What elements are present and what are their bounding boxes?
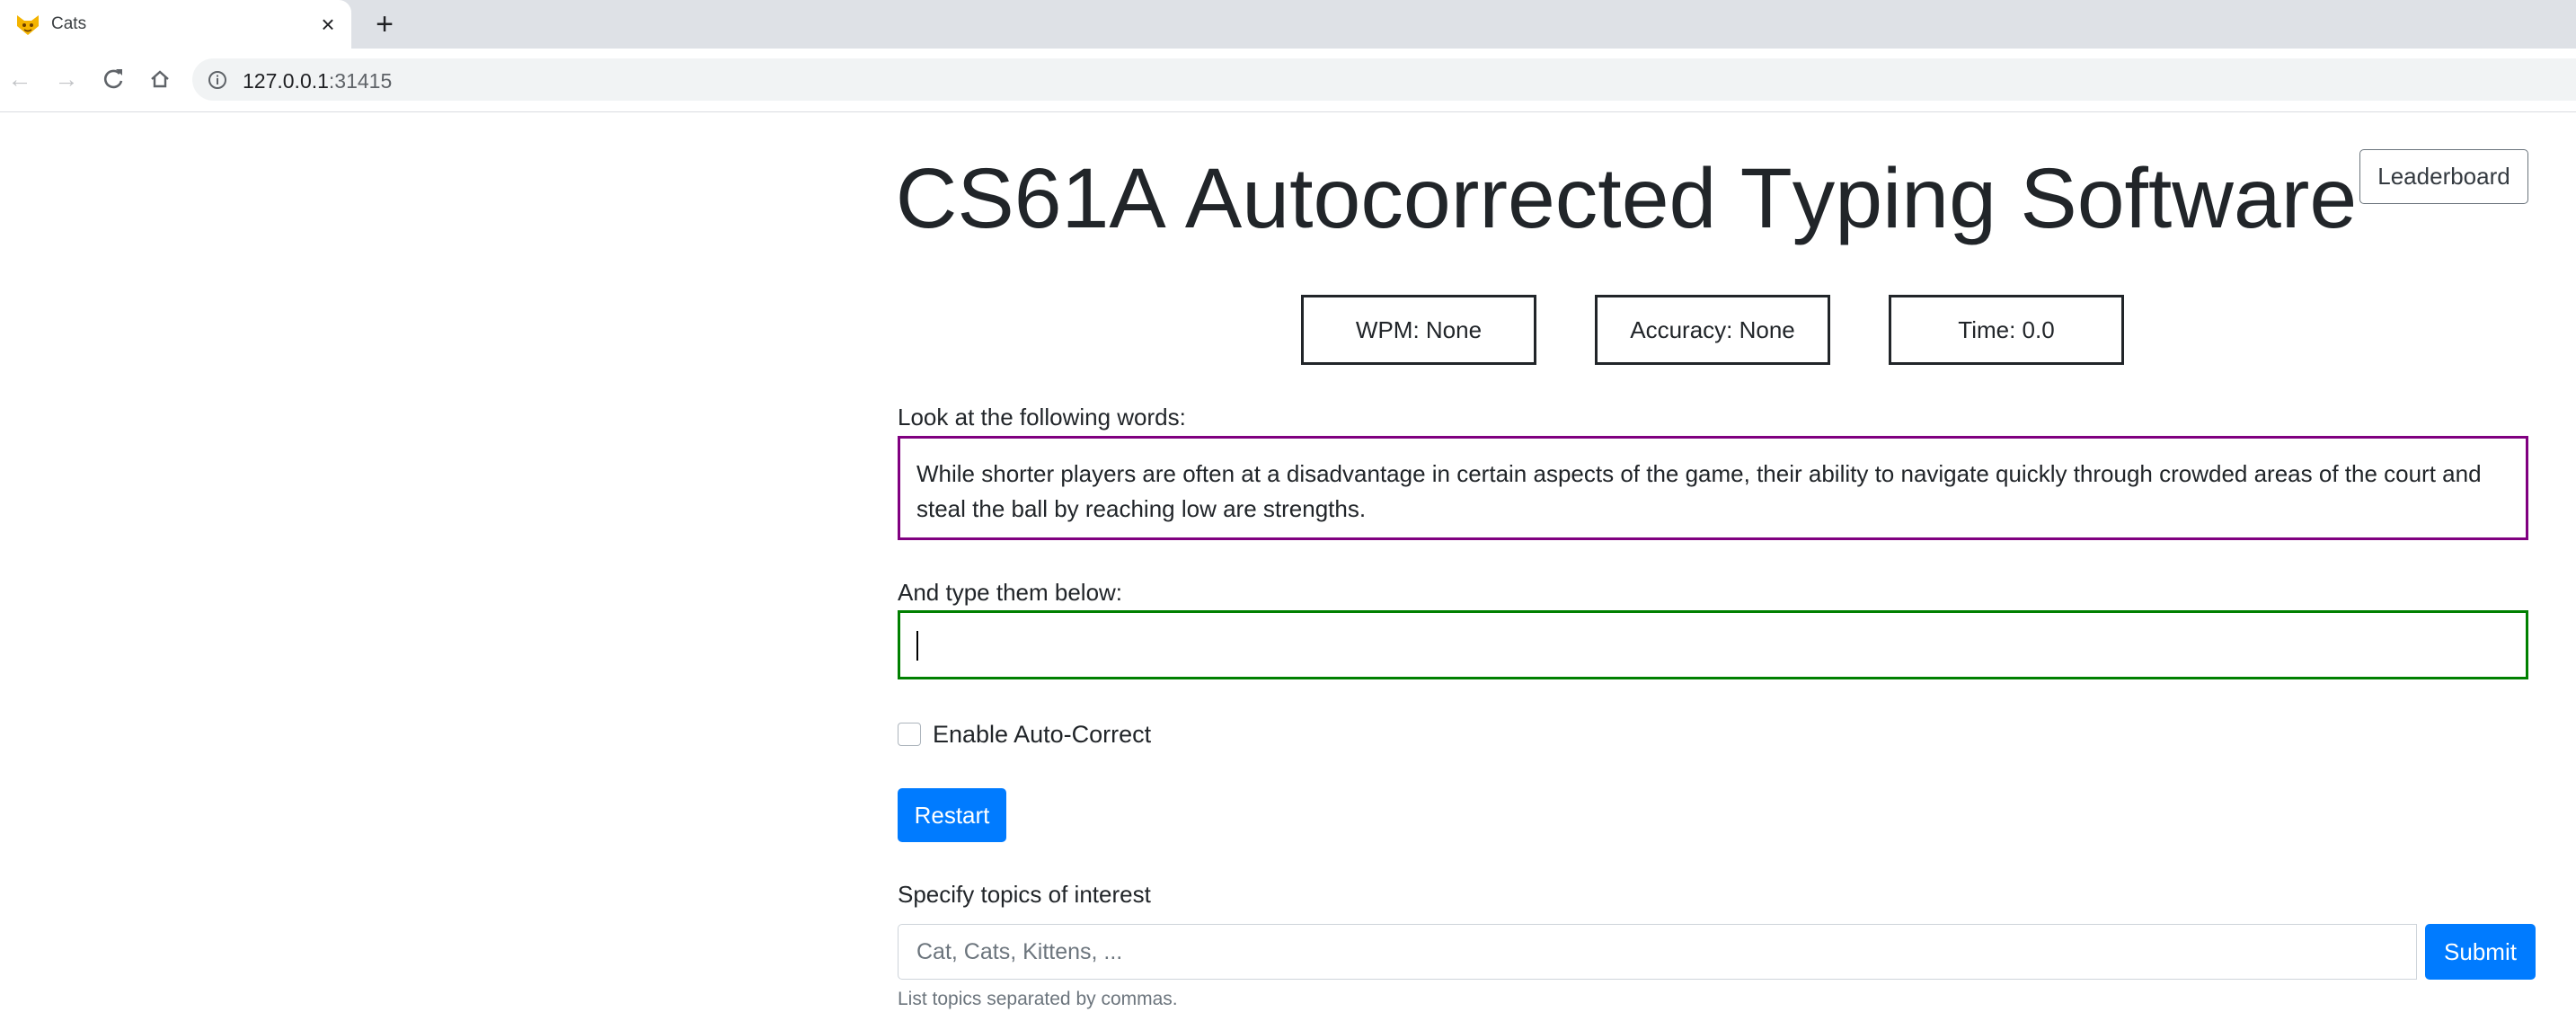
url-port: :31415 bbox=[328, 69, 393, 93]
page-content: Leaderboard CS61A Autocorrected Typing S… bbox=[0, 112, 2576, 1012]
back-arrow-icon[interactable]: ← bbox=[2, 61, 38, 97]
url-host: 127.0.0.1 bbox=[243, 69, 329, 93]
typing-label: And type them below: bbox=[898, 579, 1123, 606]
home-icon[interactable] bbox=[142, 61, 178, 97]
reload-icon[interactable] bbox=[95, 61, 131, 97]
autocorrect-label[interactable]: Enable Auto-Correct bbox=[933, 721, 1151, 749]
browser-tab[interactable]: Cats × bbox=[0, 0, 351, 49]
restart-button[interactable]: Restart bbox=[898, 788, 1006, 842]
title-text-segment: yping bbox=[1792, 151, 2021, 246]
tab-title: Cats bbox=[51, 14, 87, 33]
wpm-stat: WPM: None bbox=[1301, 295, 1536, 365]
url-text: 127.0.0.1:31415 bbox=[243, 69, 392, 93]
time-stat: Time: 0.0 bbox=[1889, 295, 2124, 365]
title-capital-letter: C bbox=[895, 151, 958, 246]
new-tab-icon[interactable]: + bbox=[370, 9, 399, 40]
title-text-segment: oftware bbox=[2076, 151, 2358, 246]
prompt-text-box: While shorter players are often at a dis… bbox=[898, 436, 2528, 540]
topics-input[interactable]: Cat, Cats, Kittens, ... bbox=[898, 924, 2417, 980]
title-capital-letter: A bbox=[1184, 151, 1243, 246]
topics-help-text: List topics separated by commas. bbox=[898, 989, 1178, 1009]
accuracy-stat: Accuracy: None bbox=[1595, 295, 1830, 365]
submit-button[interactable]: Submit bbox=[2425, 924, 2536, 980]
forward-arrow-icon[interactable]: → bbox=[49, 61, 84, 97]
title-text: CS61A Autocorrected Typing Software bbox=[890, 150, 2363, 248]
typing-input[interactable] bbox=[898, 610, 2528, 679]
info-icon[interactable] bbox=[208, 70, 227, 90]
text-caret bbox=[916, 631, 918, 661]
title-text-segment: utocorrected bbox=[1242, 151, 1740, 246]
cat-face-icon bbox=[17, 15, 39, 35]
title-capital-letter: S bbox=[2020, 151, 2077, 246]
title-capital-letter: T bbox=[1739, 151, 1793, 246]
prompt-label: Look at the following words: bbox=[898, 404, 1186, 431]
topics-label: Specify topics of interest bbox=[898, 881, 1151, 908]
page-title: CS61A Autocorrected Typing Software bbox=[0, 150, 2576, 248]
browser-tabstrip: Cats × + bbox=[0, 0, 2576, 49]
close-tab-icon[interactable]: × bbox=[315, 12, 341, 37]
autocorrect-checkbox[interactable] bbox=[898, 723, 921, 746]
address-bar[interactable]: 127.0.0.1:31415 bbox=[192, 58, 2576, 101]
title-text-segment: S61A bbox=[957, 151, 1185, 246]
browser-toolbar: ← → 127.0.0.1:31415 bbox=[0, 49, 2576, 112]
